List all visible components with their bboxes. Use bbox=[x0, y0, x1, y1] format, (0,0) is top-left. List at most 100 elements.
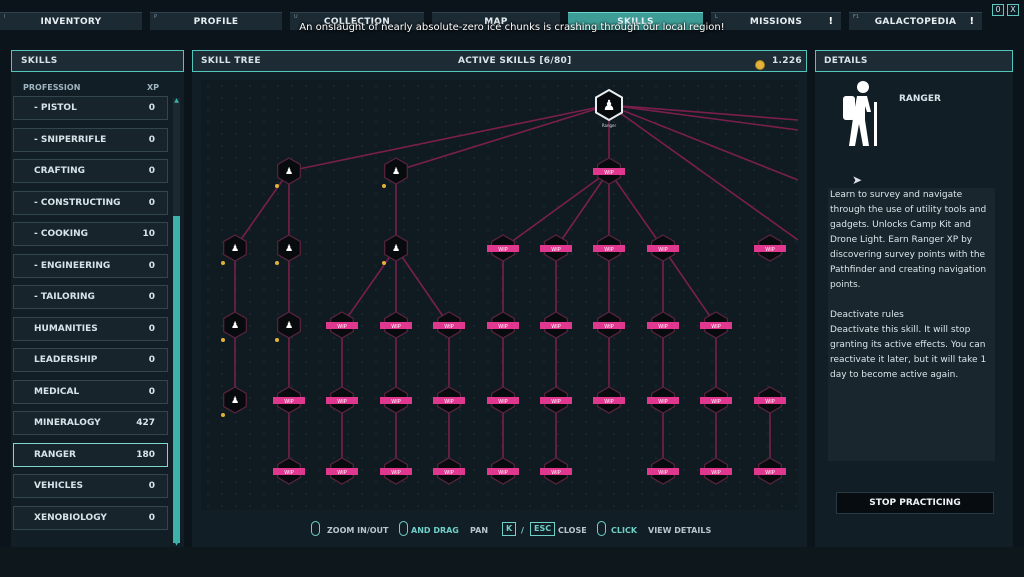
skill-description-box: Learn to survey and navigate through the… bbox=[828, 188, 995, 461]
skill-row[interactable]: RANGER 180 bbox=[13, 442, 168, 467]
skill-row[interactable]: - PISTOL 0 bbox=[13, 96, 168, 120]
skill-xp: 0 bbox=[148, 260, 155, 271]
skill-row[interactable]: - ENGINEERING 0 bbox=[13, 253, 168, 278]
hiker-icon: ♟ bbox=[285, 321, 293, 331]
skill-xp: 427 bbox=[136, 418, 155, 428]
skill-row[interactable]: CRAFTING 0 bbox=[13, 159, 168, 183]
skill-name: - PISTOL bbox=[34, 103, 77, 113]
wip-label: WIP bbox=[391, 399, 400, 405]
skill-row[interactable]: MEDICAL 0 bbox=[13, 379, 168, 404]
scroll-down-icon[interactable]: ▼ bbox=[172, 540, 181, 547]
wip-label: WIP bbox=[551, 399, 560, 405]
wip-label: WIP bbox=[711, 399, 720, 405]
wip-label: WIP bbox=[284, 470, 293, 476]
close-window-button[interactable]: X bbox=[1007, 4, 1019, 16]
scrollbar-thumb[interactable] bbox=[173, 216, 180, 543]
wip-label: WIP bbox=[658, 470, 667, 476]
hiker-icon: ♟ bbox=[285, 167, 293, 177]
profession-column-header: PROFESSION bbox=[23, 83, 81, 92]
mouse-left-icon bbox=[399, 521, 408, 536]
skill-row[interactable]: MINERALOGY 427 bbox=[13, 411, 168, 435]
skill-name: - TAILORING bbox=[34, 292, 95, 302]
wip-label: WIP bbox=[711, 324, 720, 330]
skill-name: XENOBIOLOGY bbox=[34, 512, 107, 523]
skill-xp: 0 bbox=[148, 481, 155, 491]
skills-panel-header: SKILLS bbox=[11, 50, 184, 72]
hiker-icon: ♟ bbox=[392, 244, 400, 254]
skill-xp: 0 bbox=[148, 292, 155, 302]
wip-label: WIP bbox=[498, 399, 507, 405]
skill-tree-header: SKILL TREE ACTIVE SKILLS [6/80] 1.226 bbox=[192, 50, 807, 72]
wip-label: WIP bbox=[337, 470, 346, 476]
skill-name: LEADERSHIP bbox=[34, 355, 98, 365]
skill-row[interactable]: LEADERSHIP 0 bbox=[13, 348, 168, 372]
panel-title: SKILL TREE bbox=[201, 56, 261, 66]
skill-name: CRAFTING bbox=[34, 166, 86, 176]
skill-xp: 180 bbox=[136, 449, 155, 460]
wip-label: WIP bbox=[498, 324, 507, 330]
minimize-button[interactable]: 0 bbox=[992, 4, 1004, 16]
detail-skill-name: RANGER bbox=[899, 94, 941, 104]
skill-row[interactable]: - COOKING 10 bbox=[13, 222, 168, 246]
wip-label: WIP bbox=[711, 470, 720, 476]
coin-icon bbox=[221, 338, 225, 342]
skill-xp: 0 bbox=[148, 323, 155, 334]
hiker-icon: ♟ bbox=[603, 98, 616, 114]
wip-label: WIP bbox=[337, 324, 346, 330]
wip-label: WIP bbox=[765, 399, 774, 405]
mouse-click-icon bbox=[597, 521, 606, 536]
hiker-icon: ♟ bbox=[392, 167, 400, 177]
hint-view-details: VIEW DETAILS bbox=[648, 526, 712, 535]
skill-name: - ENGINEERING bbox=[34, 260, 111, 271]
wip-label: WIP bbox=[604, 399, 613, 405]
hint-click: CLICK bbox=[611, 526, 638, 535]
skill-name: RANGER bbox=[34, 449, 76, 460]
skill-xp: 0 bbox=[148, 355, 155, 365]
wip-label: WIP bbox=[498, 247, 507, 253]
key-esc: ESC bbox=[530, 522, 556, 536]
skill-tree-graph[interactable]: ♟ Ranger ♟ ♟ WIP ♟ ♟ ♟ WIP WIP WIP WIP WIP ♟ ♟ WIP WIP WI… bbox=[201, 80, 798, 510]
hint-pan: PAN bbox=[470, 526, 489, 535]
skill-name: MINERALOGY bbox=[34, 418, 101, 428]
skill-xp: 0 bbox=[148, 134, 155, 145]
skill-row[interactable]: - TAILORING 0 bbox=[13, 285, 168, 309]
skill-row[interactable]: - SNIPERRIFLE 0 bbox=[13, 127, 168, 152]
coin-icon bbox=[275, 261, 279, 265]
wip-label: WIP bbox=[604, 324, 613, 330]
coin-icon bbox=[275, 184, 279, 188]
deactivate-rules-title: Deactivate rules bbox=[830, 310, 904, 320]
wip-label: WIP bbox=[498, 470, 507, 476]
wip-label: WIP bbox=[391, 470, 400, 476]
root-node-label: Ranger bbox=[602, 123, 617, 128]
coin-icon bbox=[382, 184, 386, 188]
key-k: K bbox=[502, 522, 517, 536]
wip-label: WIP bbox=[337, 399, 346, 405]
skill-row[interactable]: VEHICLES 0 bbox=[13, 474, 168, 498]
skill-xp: 0 bbox=[148, 166, 155, 176]
wip-label: WIP bbox=[444, 399, 453, 405]
coin-icon bbox=[221, 261, 225, 265]
skill-row[interactable]: - CONSTRUCTING 0 bbox=[13, 190, 168, 215]
hint-and-drag: AND DRAG bbox=[411, 526, 459, 535]
wip-label: WIP bbox=[551, 470, 560, 476]
event-notice: An onslaught of nearly absolute-zero ice… bbox=[299, 22, 725, 33]
xp-column-header: XP bbox=[147, 83, 160, 92]
skill-name: VEHICLES bbox=[34, 481, 83, 491]
skill-name: MEDICAL bbox=[34, 386, 80, 397]
hiker-icon: ♟ bbox=[231, 244, 239, 254]
skill-row[interactable]: XENOBIOLOGY 0 bbox=[13, 505, 168, 530]
hint-slash: / bbox=[521, 526, 524, 535]
mouse-scroll-icon bbox=[311, 521, 320, 536]
wip-label: WIP bbox=[551, 324, 560, 330]
wip-label: WIP bbox=[658, 324, 667, 330]
skill-description: Learn to survey and navigate through the… bbox=[830, 190, 987, 290]
stop-practicing-button[interactable]: STOP PRACTICING bbox=[836, 492, 994, 514]
panel-title: DETAILS bbox=[824, 56, 868, 66]
hint-zoom: ZOOM IN/OUT bbox=[327, 526, 389, 535]
skill-tree-canvas[interactable]: ♟ Ranger ♟ ♟ WIP ♟ ♟ ♟ WIP WIP WIP WIP WIP ♟ ♟ WIP WIP WI… bbox=[201, 80, 798, 510]
scroll-up-icon[interactable]: ▲ bbox=[172, 97, 181, 104]
hiker-icon: ♟ bbox=[285, 244, 293, 254]
wip-label: WIP bbox=[551, 247, 560, 253]
skill-name: - SNIPERRIFLE bbox=[34, 134, 107, 145]
skill-row[interactable]: HUMANITIES 0 bbox=[13, 316, 168, 341]
